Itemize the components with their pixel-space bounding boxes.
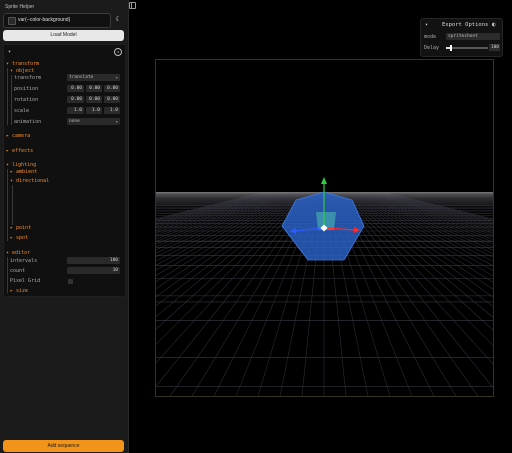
folder-size-label: size: [16, 288, 29, 294]
theme-toggle-icon[interactable]: ☾: [113, 15, 122, 24]
folder-lighting[interactable]: ▾ lighting: [6, 162, 36, 168]
background-color-value: var(--color-background): [18, 17, 71, 23]
scale-x-input[interactable]: 1.0: [67, 107, 84, 114]
object-guide-line: [11, 75, 12, 125]
editor-guide-line: [7, 257, 8, 293]
gizmo-y-arrow-icon: [321, 177, 327, 184]
rotation-z-input[interactable]: 0.00: [104, 96, 120, 103]
folder-ambient-label: ambient: [16, 169, 38, 175]
intervals-label: intervals: [10, 258, 38, 264]
folder-point[interactable]: ▸ point: [10, 225, 31, 231]
delay-slider-thumb[interactable]: [450, 45, 453, 51]
background-color-swatch[interactable]: [8, 17, 16, 25]
rotation-y-input[interactable]: 0.00: [86, 96, 102, 103]
folder-camera-label: camera: [12, 133, 31, 139]
animation-select[interactable]: none ▾: [67, 118, 120, 125]
chevron-down-icon: ▾: [115, 119, 118, 124]
sidebar: Sprite Helper var(--color-background) ☾ …: [0, 0, 129, 453]
folder-spot-label: spot: [16, 235, 29, 241]
lighting-guide-line: [7, 169, 8, 241]
position-z-input[interactable]: 0.00: [104, 85, 120, 92]
delay-value-input[interactable]: 100: [489, 44, 500, 51]
animation-value: none: [69, 119, 80, 124]
reset-icon[interactable]: ↺: [114, 48, 122, 56]
folder-transform-label: transform: [12, 61, 40, 67]
folder-lighting-label: lighting: [12, 162, 37, 168]
mode-select[interactable]: spritesheet: [446, 33, 500, 40]
folder-transform[interactable]: ▾ transform: [6, 61, 39, 67]
controls-panel: ▾ ↺ ▾ transform ▾ object transform trans…: [3, 44, 126, 297]
folder-effects-label: effects: [12, 148, 34, 154]
export-title: Export Options: [442, 22, 489, 28]
folder-object[interactable]: ▾ object: [10, 68, 34, 74]
export-reset-icon[interactable]: ◐: [492, 21, 496, 28]
folder-directional[interactable]: ▾ directional: [10, 178, 49, 184]
folder-editor[interactable]: ▾ editor: [6, 250, 30, 256]
app-title: Sprite Helper: [5, 4, 35, 10]
folder-object-label: object: [16, 68, 35, 74]
background-color-field[interactable]: var(--color-background): [3, 13, 111, 28]
intervals-input[interactable]: 100: [67, 257, 120, 264]
directional-guide-line: [12, 185, 13, 225]
scale-label: scale: [14, 108, 30, 114]
export-options-panel: ▾ Export Options ◐ mode spritesheet Dela…: [420, 18, 503, 57]
animation-label: animation: [14, 119, 42, 125]
scene-svg: [156, 177, 493, 396]
count-label: count: [10, 268, 26, 274]
chevron-down-icon: ▾: [115, 75, 118, 80]
export-collapse-caret-icon[interactable]: ▾: [425, 22, 428, 28]
folder-point-label: point: [16, 225, 32, 231]
rotation-label: rotation: [14, 97, 39, 103]
load-model-button[interactable]: Load Model: [3, 30, 124, 41]
panel-collapse-caret-icon[interactable]: ▾: [8, 49, 11, 55]
scale-y-input[interactable]: 1.0: [86, 107, 102, 114]
folder-spot[interactable]: ▸ spot: [10, 235, 28, 241]
mode-value: spritesheet: [448, 34, 478, 39]
folder-ambient[interactable]: ▸ ambient: [10, 169, 37, 175]
transform-mode-value: translate: [69, 75, 94, 80]
pixel-grid-label: Pixel Grid: [10, 278, 41, 284]
pixel-grid-checkbox[interactable]: [68, 279, 73, 284]
position-y-input[interactable]: 0.00: [86, 85, 102, 92]
scale-z-input[interactable]: 1.0: [104, 107, 120, 114]
folder-effects[interactable]: ▸ effects: [6, 148, 33, 154]
position-x-input[interactable]: 0.00: [67, 85, 84, 92]
viewport-canvas[interactable]: [155, 59, 494, 397]
folder-editor-label: editor: [12, 250, 31, 256]
add-sequence-button[interactable]: Add sequence: [3, 440, 124, 452]
folder-directional-label: directional: [16, 178, 50, 184]
delay-label: Delay: [424, 45, 440, 51]
sidebar-toggle-icon[interactable]: [129, 2, 136, 9]
folder-camera[interactable]: ▸ camera: [6, 133, 30, 139]
transform-guide-line: [7, 68, 8, 125]
rotation-x-input[interactable]: 0.00: [67, 96, 84, 103]
mode-label: mode: [424, 34, 437, 40]
transform-mode-label: transform: [14, 75, 42, 81]
count-input[interactable]: 10: [67, 267, 120, 274]
delay-slider[interactable]: [446, 45, 488, 51]
transform-mode-select[interactable]: translate ▾: [67, 74, 120, 81]
position-label: position: [14, 86, 39, 92]
folder-size[interactable]: ▸ size: [10, 288, 28, 294]
